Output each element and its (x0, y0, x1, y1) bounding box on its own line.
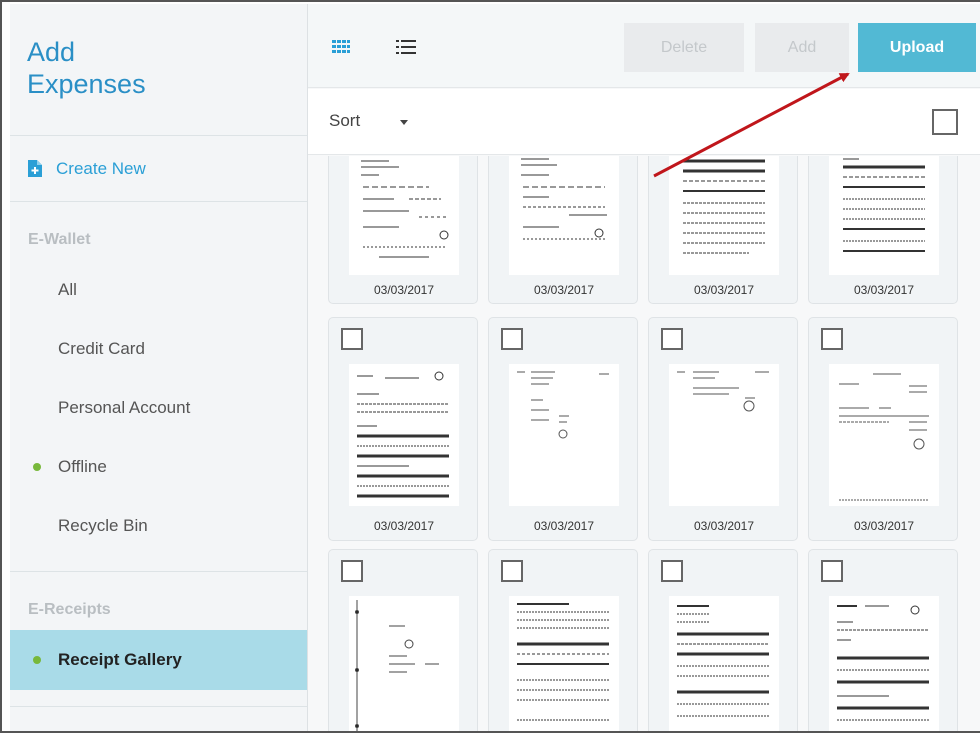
main-panel: Delete Add Upload Sort 03/03/2017 03/03/… (308, 4, 980, 731)
receipt-card[interactable] (808, 549, 958, 731)
receipt-date: 03/03/2017 (373, 519, 435, 533)
toolbar: Delete Add Upload (308, 4, 980, 88)
receipt-thumbnail[interactable] (669, 596, 779, 731)
sort-dropdown[interactable]: Sort (329, 111, 360, 131)
sidebar: Add Expenses Create New E-Wallet All Cre… (10, 4, 308, 731)
receipt-card[interactable]: 03/03/2017 (328, 317, 478, 541)
receipt-image-icon (683, 159, 765, 254)
receipt-thumbnail[interactable] (829, 156, 939, 275)
new-document-icon (28, 160, 42, 177)
receipt-card[interactable]: 03/03/2017 (488, 156, 638, 304)
receipt-card[interactable] (328, 549, 478, 731)
receipt-image-icon (843, 158, 925, 252)
receipt-thumbnail[interactable] (349, 364, 459, 506)
receipt-checkbox[interactable] (661, 560, 683, 582)
receipt-image-icon (361, 160, 449, 258)
receipt-image-icon (517, 371, 609, 439)
receipt-checkbox[interactable] (821, 560, 843, 582)
sidebar-item-recycle-bin[interactable]: Recycle Bin (10, 496, 307, 555)
chevron-down-icon[interactable] (400, 120, 408, 125)
receipt-card[interactable]: 03/03/2017 (328, 156, 478, 304)
receipt-image-icon (677, 605, 769, 717)
receipt-checkbox[interactable] (821, 328, 843, 350)
receipt-thumbnail[interactable] (349, 156, 459, 275)
receipt-date: 03/03/2017 (693, 283, 755, 297)
sidebar-divider (10, 706, 307, 707)
receipt-date: 03/03/2017 (533, 283, 595, 297)
receipt-thumbnail[interactable] (509, 156, 619, 275)
sidebar-item-label: All (58, 279, 77, 299)
receipt-card[interactable]: 03/03/2017 (648, 156, 798, 304)
receipt-gallery: 03/03/2017 03/03/2017 03/03/2017 03/03/2… (308, 156, 980, 731)
receipt-card[interactable] (488, 549, 638, 731)
receipt-image-icon (355, 600, 439, 731)
receipt-image-icon (677, 371, 769, 412)
receipt-card[interactable] (648, 549, 798, 731)
receipt-date: 03/03/2017 (373, 283, 435, 297)
sidebar-item-label: Receipt Gallery (58, 650, 182, 669)
sidebar-item-all[interactable]: All (10, 260, 307, 319)
app-frame: Add Expenses Create New E-Wallet All Cre… (0, 0, 980, 733)
receipt-image-icon (517, 603, 609, 721)
receipt-checkbox[interactable] (501, 328, 523, 350)
receipt-date: 03/03/2017 (533, 519, 595, 533)
receipt-checkbox[interactable] (341, 560, 363, 582)
create-new-button[interactable]: Create New (10, 136, 307, 202)
receipt-thumbnail[interactable] (509, 364, 619, 506)
sidebar-item-label: Personal Account (58, 397, 191, 417)
receipt-image-icon (357, 371, 449, 498)
sidebar-item-label: Offline (58, 456, 107, 476)
receipt-date: 03/03/2017 (693, 519, 755, 533)
create-new-label: Create New (56, 158, 146, 178)
ereceipts-heading: E-Receipts (28, 601, 111, 618)
receipt-date: 03/03/2017 (853, 283, 915, 297)
delete-button[interactable]: Delete (624, 23, 744, 72)
sidebar-item-offline[interactable]: Offline (10, 437, 307, 496)
receipt-image-icon (837, 605, 929, 721)
grid-view-icon[interactable] (332, 40, 350, 54)
page-title: Add Expenses (10, 4, 307, 136)
receipt-card[interactable]: 03/03/2017 (648, 317, 798, 541)
sort-bar: Sort (308, 89, 980, 155)
scrollbar[interactable] (974, 156, 980, 731)
receipt-card[interactable]: 03/03/2017 (488, 317, 638, 541)
receipt-image-icon (521, 158, 607, 240)
upload-button[interactable]: Upload (858, 23, 976, 72)
sidebar-item-personal-account[interactable]: Personal Account (10, 378, 307, 437)
ewallet-heading: E-Wallet (28, 231, 91, 248)
receipt-thumbnail[interactable] (669, 156, 779, 275)
receipt-date: 03/03/2017 (853, 519, 915, 533)
receipt-card[interactable]: 03/03/2017 (808, 317, 958, 541)
page-title-line-1: Add (27, 37, 76, 67)
status-dot-icon (33, 656, 41, 664)
sidebar-item-label: Credit Card (58, 338, 145, 358)
list-view-icon[interactable] (396, 40, 416, 54)
sidebar-item-label: Recycle Bin (58, 515, 148, 535)
receipt-image-icon (839, 373, 929, 501)
sidebar-item-credit-card[interactable]: Credit Card (10, 319, 307, 378)
add-button[interactable]: Add (755, 23, 849, 72)
receipt-thumbnail[interactable] (829, 364, 939, 506)
receipt-thumbnail[interactable] (509, 596, 619, 731)
receipt-checkbox[interactable] (501, 560, 523, 582)
page-title-line-2: Expenses (27, 69, 146, 99)
select-all-checkbox[interactable] (932, 109, 958, 135)
status-dot-icon (33, 462, 41, 471)
sidebar-item-receipt-gallery[interactable]: Receipt Gallery (10, 630, 307, 690)
receipt-thumbnail[interactable] (349, 596, 459, 731)
receipt-thumbnail[interactable] (829, 596, 939, 731)
receipt-checkbox[interactable] (661, 328, 683, 350)
receipt-checkbox[interactable] (341, 328, 363, 350)
receipt-thumbnail[interactable] (669, 364, 779, 506)
receipt-card[interactable]: 03/03/2017 (808, 156, 958, 304)
